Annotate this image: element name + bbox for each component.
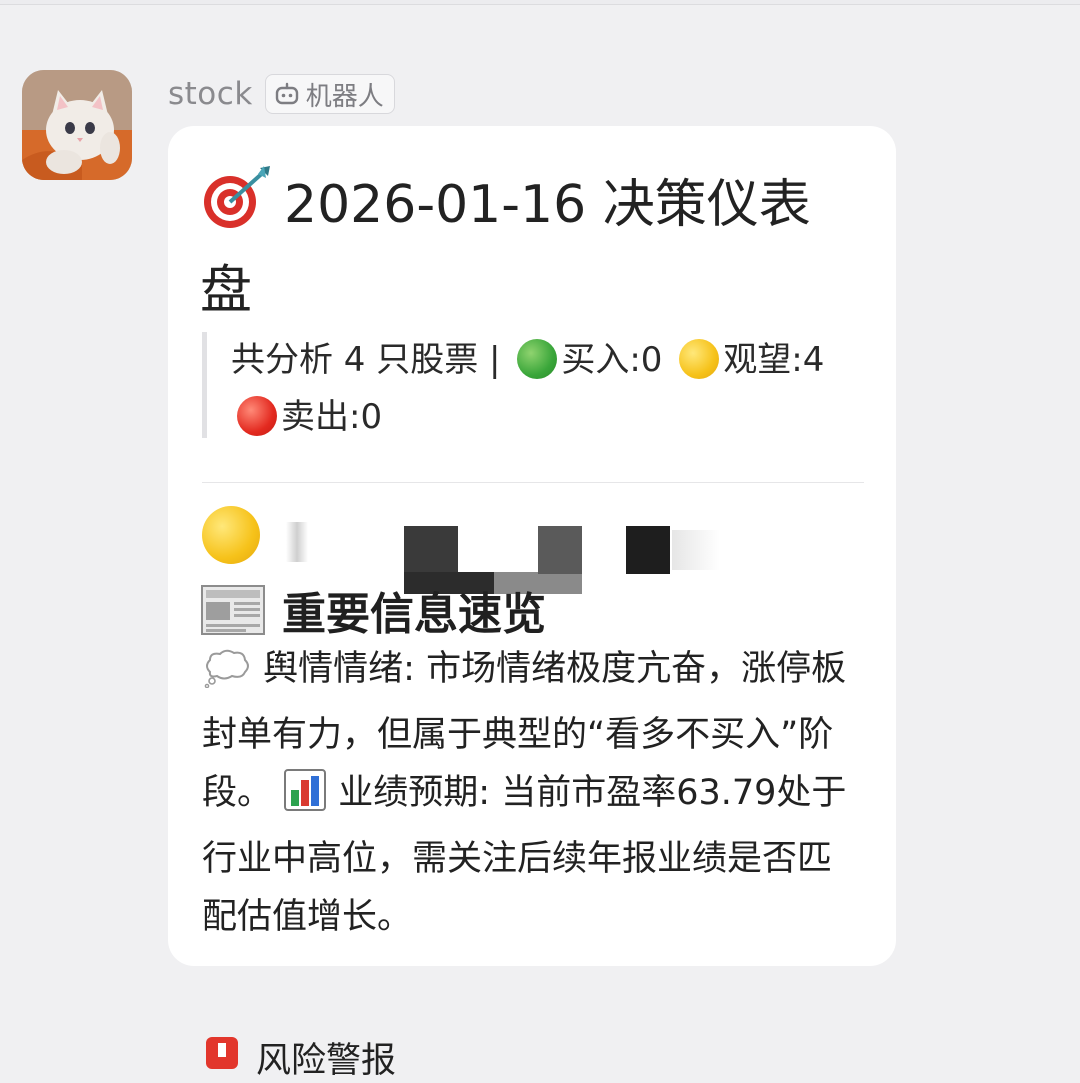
message-card[interactable]: 2026-01-16 决策仪表盘 共分析 4 只股票 | 买入:0 观望:4 卖… [168,126,896,1081]
summary-sell: 卖出:0 [281,397,383,437]
summary-quote: 共分析 4 只股票 | 买入:0 观望:4 卖出:0 [202,332,871,438]
stock-heading-redacted [202,506,762,594]
sentiment-label: 舆情情绪: [263,649,415,689]
yellow-circle-icon [202,506,260,564]
card-divider [202,482,864,483]
redaction-block [626,526,670,574]
top-divider [0,0,1080,5]
redaction-block [404,526,458,574]
sender-name[interactable]: stock [168,76,253,112]
robot-icon [274,81,300,107]
section-title-text: 重要信息速览 [282,589,546,640]
redaction-block [538,526,582,574]
kitten-avatar-icon [22,70,132,180]
card-title: 2026-01-16 决策仪表盘 [200,162,860,334]
direct-hit-target-icon [200,164,274,230]
info-paragraph: 舆情情绪: 市场情绪极度亢奋，涨停板封单有力，但属于典型的“看多不买入”阶段。 … [202,640,862,946]
bar-chart-icon [283,768,327,830]
thought-balloon-icon [202,648,252,706]
redaction-block [672,530,720,570]
newspaper-icon [200,582,266,638]
next-section-title: 风险警报 [256,1041,397,1081]
siren-icon [202,1033,242,1082]
redaction-block [286,522,308,562]
bot-badge: 机器人 [264,74,395,114]
red-circle-icon [237,396,277,436]
yellow-circle-icon [679,339,720,379]
sender-row: stock 机器人 [168,72,395,116]
green-circle-icon [517,339,558,379]
next-section-partial: 风险警报 [202,1032,396,1083]
summary-hold: 观望:4 [723,340,825,380]
card-title-text: 2026-01-16 决策仪表盘 [200,175,811,321]
avatar[interactable] [22,70,132,180]
section-title: 重要信息速览 [200,578,546,642]
summary-buy: 买入:0 [561,340,663,380]
bot-badge-label: 机器人 [305,81,384,112]
summary-prefix: 共分析 4 只股票 | [231,340,512,380]
earnings-label: 业绩预期: [338,773,491,813]
